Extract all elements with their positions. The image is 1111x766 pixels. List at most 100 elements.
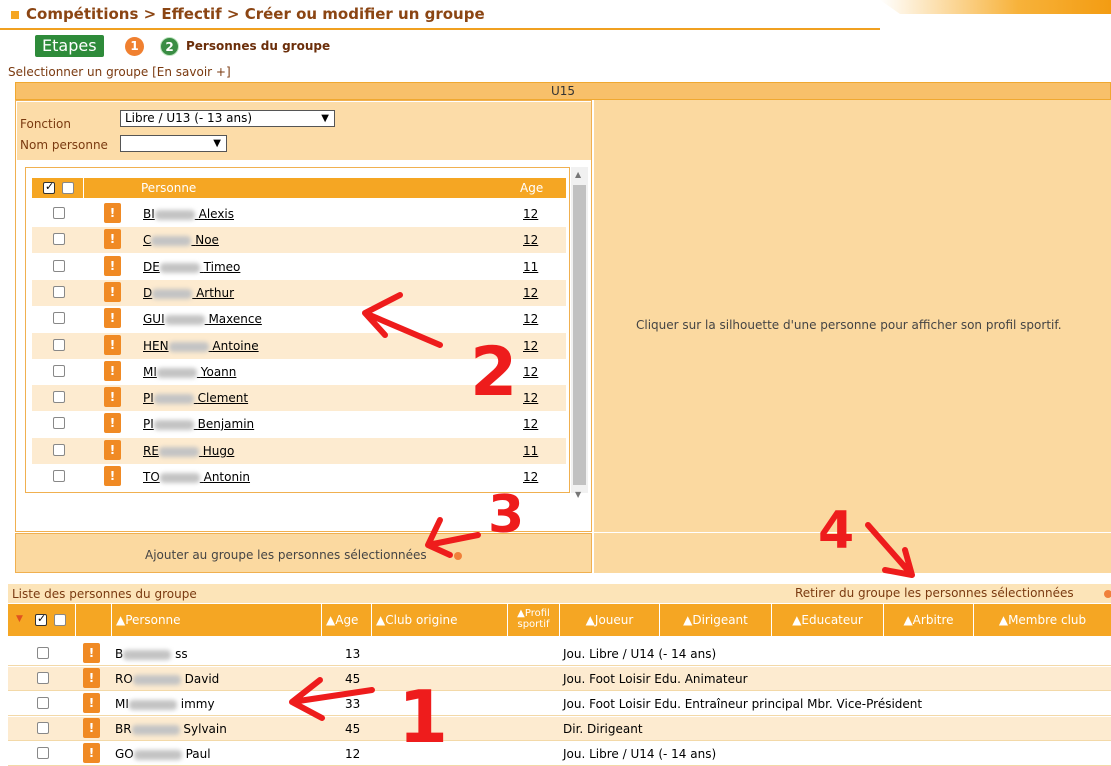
person-first-name: Alexis bbox=[198, 207, 235, 221]
person-name-link[interactable]: BI Alexis bbox=[143, 207, 234, 221]
person-age-link[interactable]: 12 bbox=[523, 233, 538, 247]
person-name-link[interactable]: DE Timeo bbox=[143, 260, 240, 274]
select-group-link[interactable]: Selectionner un groupe [En savoir +] bbox=[8, 65, 231, 79]
members-col-educateur[interactable]: ▲Educateur bbox=[772, 604, 884, 636]
members-col-membre[interactable]: ▲Membre club bbox=[974, 604, 1111, 636]
person-silhouette-icon[interactable]: ! bbox=[104, 413, 121, 433]
person-silhouette-icon[interactable]: ! bbox=[83, 693, 100, 713]
person-age-link[interactable]: 12 bbox=[523, 417, 538, 431]
person-age-link[interactable]: 12 bbox=[523, 312, 538, 326]
nom-personne-select[interactable]: ▼ bbox=[120, 135, 227, 152]
row-checkbox[interactable] bbox=[53, 470, 65, 482]
row-checkbox[interactable] bbox=[53, 444, 65, 456]
column-person[interactable]: Personne bbox=[141, 181, 196, 195]
person-silhouette-icon[interactable]: ! bbox=[104, 203, 121, 223]
profile-panel bbox=[594, 100, 1111, 532]
column-age[interactable]: Age bbox=[520, 181, 543, 195]
member-row-checkbox[interactable] bbox=[37, 747, 49, 759]
person-silhouette-icon[interactable]: ! bbox=[104, 335, 121, 355]
row-checkbox[interactable] bbox=[53, 391, 65, 403]
members-col-profil[interactable]: ▲Profil sportif bbox=[508, 604, 560, 636]
person-name-link[interactable]: RE Hugo bbox=[143, 444, 234, 458]
row-checkbox[interactable] bbox=[53, 417, 65, 429]
members-col-dirigeant[interactable]: ▲Dirigeant bbox=[660, 604, 772, 636]
add-bar-right bbox=[594, 533, 1111, 573]
row-checkbox[interactable] bbox=[53, 312, 65, 324]
row-checkbox[interactable] bbox=[53, 233, 65, 245]
members-deselect-all-checkbox[interactable] bbox=[54, 614, 66, 626]
person-name-link[interactable]: GUI Maxence bbox=[143, 312, 262, 326]
person-age-link[interactable]: 12 bbox=[523, 391, 538, 405]
person-age-link[interactable]: 12 bbox=[523, 207, 538, 221]
members-select-all-checkbox[interactable] bbox=[35, 612, 47, 626]
add-selected-button[interactable]: Ajouter au groupe les personnes sélectio… bbox=[145, 548, 427, 562]
person-silhouette-icon[interactable]: ! bbox=[104, 361, 121, 381]
person-silhouette-icon[interactable]: ! bbox=[104, 466, 121, 486]
scrollbar-thumb[interactable] bbox=[573, 185, 586, 485]
person-name-prefix: C bbox=[143, 233, 152, 247]
person-age-link[interactable]: 12 bbox=[523, 365, 538, 379]
person-name-link[interactable]: PI Benjamin bbox=[143, 417, 254, 431]
member-row-checkbox[interactable] bbox=[37, 672, 49, 684]
member-row-checkbox[interactable] bbox=[37, 697, 49, 709]
person-age-link[interactable]: 12 bbox=[523, 339, 538, 353]
person-age-link[interactable]: 11 bbox=[523, 260, 538, 274]
member-name-prefix: B bbox=[115, 647, 124, 661]
row-checkbox[interactable] bbox=[53, 286, 65, 298]
person-silhouette-icon[interactable]: ! bbox=[104, 256, 121, 276]
person-silhouette-icon[interactable]: ! bbox=[83, 743, 100, 763]
row-checkbox[interactable] bbox=[53, 260, 65, 272]
row-checkbox[interactable] bbox=[53, 339, 65, 351]
person-silhouette-icon[interactable]: ! bbox=[104, 387, 121, 407]
person-silhouette-icon[interactable]: ! bbox=[83, 668, 100, 688]
person-name-prefix: RE bbox=[143, 444, 159, 458]
members-col-joueur[interactable]: ▲Joueur bbox=[560, 604, 660, 636]
person-name-link[interactable]: C Noe bbox=[143, 233, 219, 247]
member-name: B ss bbox=[115, 647, 188, 661]
members-col-club[interactable]: ▲Club origine bbox=[372, 604, 508, 636]
step-1-button[interactable]: 1 bbox=[125, 37, 144, 56]
scroll-up-icon[interactable]: ▲ bbox=[575, 170, 581, 179]
member-roles: Jou. Libre / U14 (- 14 ans) bbox=[563, 647, 717, 661]
person-silhouette-icon[interactable]: ! bbox=[83, 718, 100, 738]
remove-dot-icon[interactable] bbox=[1104, 590, 1111, 598]
redacted-name-blur bbox=[168, 341, 209, 352]
person-name-link[interactable]: D Arthur bbox=[143, 286, 234, 300]
person-name-link[interactable]: MI Yoann bbox=[143, 365, 236, 379]
person-name-link[interactable]: TO Antonin bbox=[143, 470, 250, 484]
person-silhouette-icon[interactable]: ! bbox=[104, 282, 121, 302]
members-col-arbitre[interactable]: ▲Arbitre bbox=[884, 604, 974, 636]
remove-selected-button[interactable]: Retirer du groupe les personnes sélectio… bbox=[795, 586, 1074, 600]
member-age: 45 bbox=[345, 722, 361, 736]
profil-line2: sportif bbox=[517, 619, 550, 630]
redacted-name-blur bbox=[158, 446, 199, 457]
row-checkbox[interactable] bbox=[53, 207, 65, 219]
member-row-checkbox[interactable] bbox=[37, 722, 49, 734]
person-first-name: Antoine bbox=[212, 339, 259, 353]
person-name-prefix: D bbox=[143, 286, 153, 300]
member-roles: Dir. Dirigeant bbox=[563, 722, 643, 736]
person-age-link[interactable]: 11 bbox=[523, 444, 538, 458]
deselect-all-checkbox[interactable] bbox=[62, 182, 74, 194]
members-col-age[interactable]: ▲Age bbox=[322, 604, 372, 636]
person-age-link[interactable]: 12 bbox=[523, 470, 538, 484]
person-silhouette-icon[interactable]: ! bbox=[104, 229, 121, 249]
person-first-name: Hugo bbox=[202, 444, 235, 458]
row-checkbox[interactable] bbox=[53, 365, 65, 377]
add-dot-icon[interactable] bbox=[454, 552, 462, 560]
person-name-link[interactable]: HEN Antoine bbox=[143, 339, 259, 353]
group-name-header: U15 bbox=[15, 82, 1111, 100]
person-silhouette-icon[interactable]: ! bbox=[83, 643, 100, 663]
fonction-select[interactable]: Libre / U13 (- 13 ans) ▼ bbox=[120, 110, 335, 127]
person-silhouette-icon[interactable]: ! bbox=[104, 440, 121, 460]
scroll-down-icon[interactable]: ▼ bbox=[575, 490, 581, 499]
redacted-name-blur bbox=[153, 419, 194, 430]
person-age-link[interactable]: 12 bbox=[523, 286, 538, 300]
person-name-link[interactable]: PI Clement bbox=[143, 391, 248, 405]
profile-hint: Cliquer sur la silhouette d'une personne… bbox=[636, 318, 1062, 332]
person-silhouette-icon[interactable]: ! bbox=[104, 308, 121, 328]
member-age: 13 bbox=[345, 647, 361, 661]
select-all-checkbox[interactable] bbox=[43, 180, 55, 194]
members-col-person[interactable]: ▲Personne bbox=[112, 604, 322, 636]
member-row-checkbox[interactable] bbox=[37, 647, 49, 659]
